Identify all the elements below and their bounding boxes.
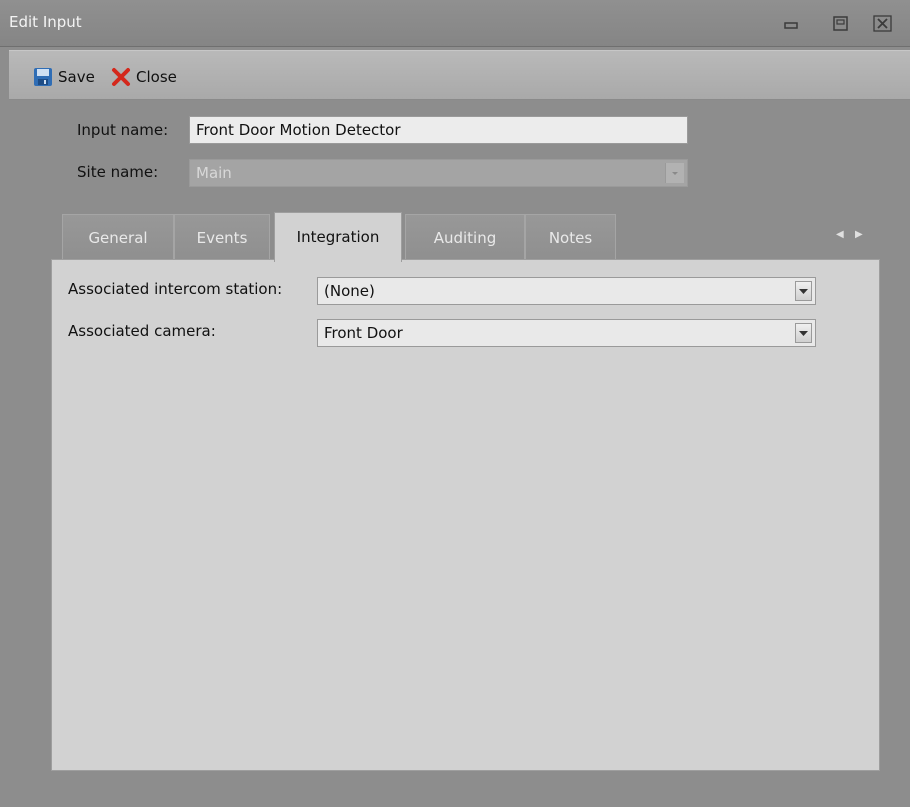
- chevron-down-icon: [665, 163, 684, 183]
- toolbar: Save Close: [9, 50, 910, 100]
- tab-general[interactable]: General: [62, 214, 174, 260]
- camera-value: Front Door: [324, 324, 403, 342]
- minimize-icon[interactable]: [780, 14, 802, 34]
- intercom-station-value: (None): [324, 282, 375, 300]
- window-title: Edit Input: [9, 13, 82, 31]
- site-name-dropdown[interactable]: Main: [189, 159, 688, 187]
- close-label: Close: [136, 68, 177, 86]
- camera-dropdown[interactable]: Front Door: [317, 319, 816, 347]
- tab-auditing[interactable]: Auditing: [405, 214, 525, 260]
- scroll-left-icon[interactable]: ◀: [836, 229, 844, 240]
- floppy-disk-icon: [33, 67, 53, 87]
- red-x-icon: [111, 67, 131, 87]
- close-button[interactable]: Close: [111, 66, 177, 88]
- edit-input-window: Edit Input Save Close Input name: Front …: [0, 0, 910, 807]
- window-close-icon[interactable]: [872, 14, 894, 34]
- scroll-right-icon[interactable]: ▶: [855, 229, 863, 240]
- input-name-label: Input name:: [77, 121, 169, 139]
- title-bar: Edit Input: [0, 0, 910, 47]
- input-name-field[interactable]: Front Door Motion Detector: [189, 116, 688, 144]
- site-name-value: Main: [196, 164, 232, 182]
- maximize-icon[interactable]: [830, 14, 852, 34]
- intercom-station-label: Associated intercom station:: [68, 280, 283, 298]
- integration-panel: Associated intercom station: (None) Asso…: [51, 259, 880, 771]
- chevron-down-icon[interactable]: [795, 323, 812, 343]
- chevron-down-icon[interactable]: [795, 281, 812, 301]
- intercom-station-dropdown[interactable]: (None): [317, 277, 816, 305]
- tab-integration[interactable]: Integration: [274, 212, 402, 262]
- save-label: Save: [58, 68, 95, 86]
- camera-label: Associated camera:: [68, 322, 216, 340]
- save-button[interactable]: Save: [33, 66, 95, 88]
- tab-notes[interactable]: Notes: [525, 214, 616, 260]
- site-name-label: Site name:: [77, 163, 159, 181]
- tab-events[interactable]: Events: [174, 214, 270, 260]
